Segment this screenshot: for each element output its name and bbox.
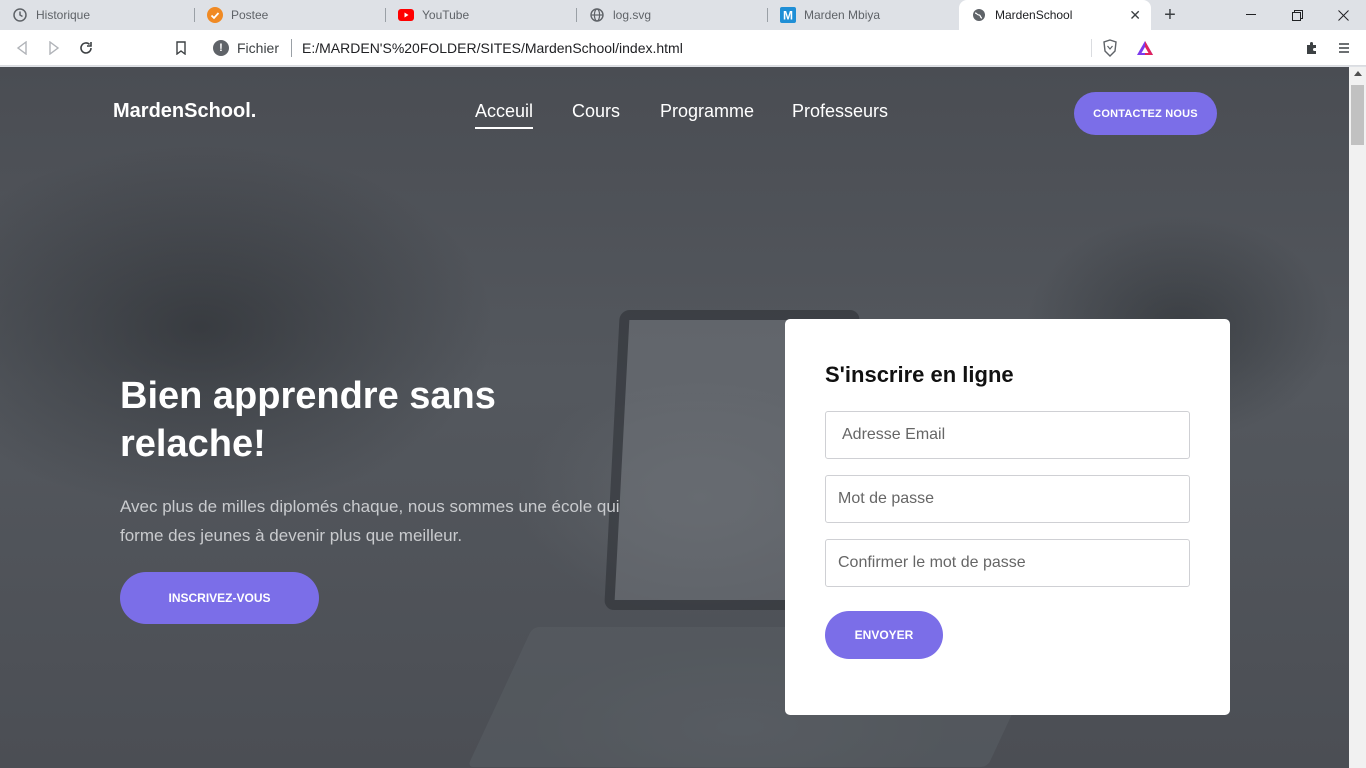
tab-title: log.svg [613,8,652,22]
tab-youtube[interactable]: YouTube [386,0,577,30]
scheme-label: Fichier [237,40,280,56]
forward-icon[interactable] [44,38,64,58]
tab-title: Postee [231,8,269,22]
extensions-icon[interactable] [1302,38,1322,58]
tab-history[interactable]: Historique [0,0,195,30]
close-window-button[interactable] [1320,0,1366,30]
nav-link-acceuil[interactable]: Acceuil [475,101,534,129]
menu-icon[interactable] [1334,38,1354,58]
info-icon[interactable]: ! [213,40,229,56]
tab-title: YouTube [422,8,470,22]
close-tab-icon[interactable]: ✕ [1129,7,1141,24]
bookmark-icon[interactable] [171,38,191,58]
marden-m-icon: M [780,7,796,23]
tab-title: Historique [36,8,91,22]
restore-button[interactable] [1274,0,1320,30]
signup-card: S'inscrire en ligne ENVOYER [785,319,1230,715]
hero-title: Bien apprendre sans relache! [120,375,496,465]
brave-rewards-icon[interactable] [1135,38,1155,58]
tab-postee[interactable]: Postee [195,0,386,30]
reload-icon[interactable] [76,38,96,58]
tab-mardenschool[interactable]: MardenSchool ✕ [959,0,1151,30]
signup-button[interactable]: INSCRIVEZ-VOUS [120,572,319,624]
scroll-up-icon[interactable] [1354,71,1362,76]
webpage-viewport: MardenSchool. Acceuil Cours Programme Pr… [0,67,1349,768]
minimize-button[interactable] [1228,0,1274,30]
nav-link-professeurs[interactable]: Professeurs [792,101,888,122]
url-text[interactable]: E:/MARDEN'S%20FOLDER/SITES/MardenSchool/… [302,40,683,56]
back-icon[interactable] [12,38,32,58]
site-logo[interactable]: MardenSchool. [113,100,256,123]
confirm-password-field[interactable] [825,539,1190,587]
tab-strip: Historique Postee YouTube log.svg M Mard… [0,0,1366,30]
email-field[interactable] [825,411,1190,459]
hero-description: Avec plus de milles diplomés chaque, nou… [120,497,620,545]
new-tab-button[interactable]: + [1160,4,1180,27]
youtube-icon [398,7,414,23]
history-icon [12,7,28,23]
password-field[interactable] [825,475,1190,523]
svg-text:M: M [783,9,793,23]
browser-toolbar: ! Fichier E:/MARDEN'S%20FOLDER/SITES/Mar… [0,30,1366,66]
address-bar[interactable]: ! Fichier E:/MARDEN'S%20FOLDER/SITES/Mar… [203,33,1163,63]
globe-icon [971,7,987,23]
tab-log-svg[interactable]: log.svg [577,0,768,30]
contact-button[interactable]: CONTACTEZ NOUS [1074,92,1217,135]
page-scrollbar[interactable] [1349,67,1366,768]
tab-marden-mbiya[interactable]: M Marden Mbiya [768,0,959,30]
tab-title: Marden Mbiya [804,8,881,22]
scrollbar-thumb[interactable] [1351,85,1364,145]
postee-icon [207,7,223,23]
tab-title: MardenSchool [995,8,1073,22]
brave-shield-icon[interactable] [1100,38,1120,58]
nav-link-cours[interactable]: Cours [572,101,620,122]
submit-button[interactable]: ENVOYER [825,611,943,659]
nav-link-programme[interactable]: Programme [660,101,754,122]
globe-icon [589,7,605,23]
signup-card-title: S'inscrire en ligne [825,362,1014,387]
